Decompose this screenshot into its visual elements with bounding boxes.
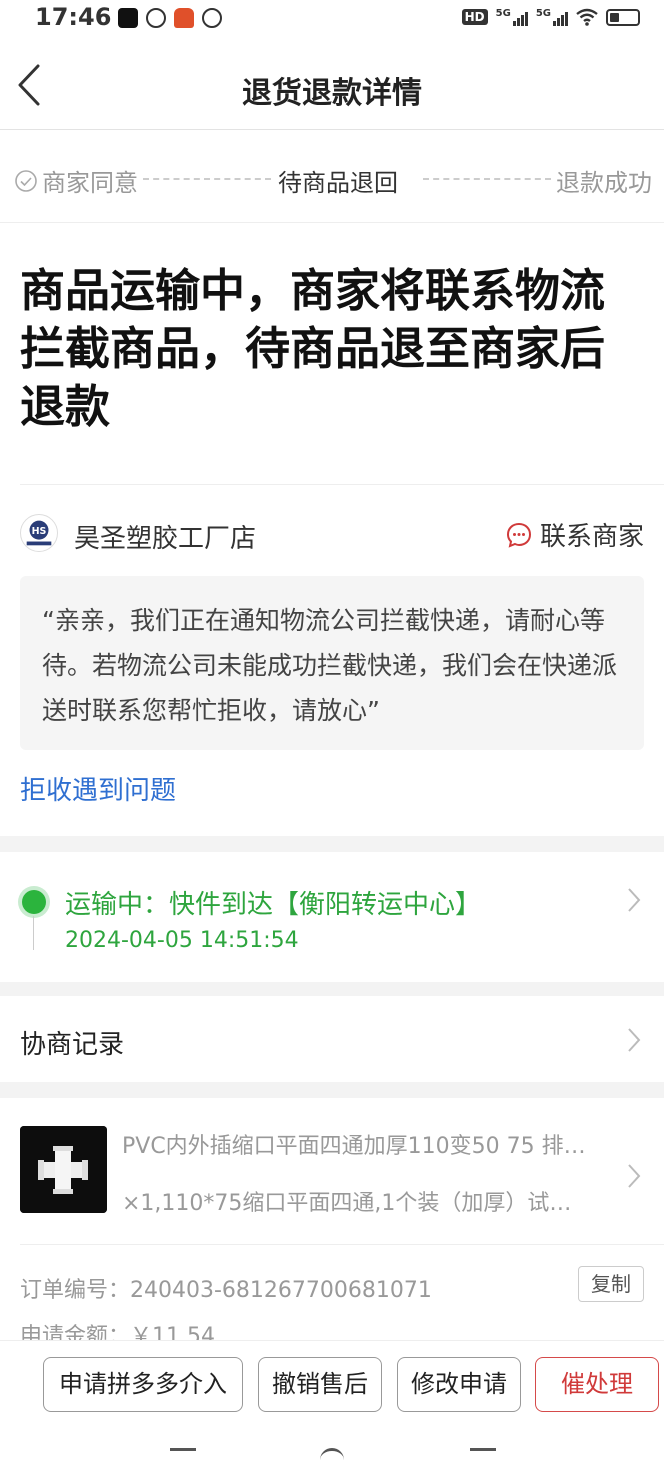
divider (20, 1244, 664, 1245)
logistics-time: 2024-04-05 14:51:54 (65, 928, 299, 953)
merchant-row: HS 昊圣塑胶工厂店 联系商家 (0, 510, 664, 558)
tiktok-icon (118, 8, 138, 28)
negotiation-record-row[interactable]: 协商记录 (0, 996, 664, 1082)
shop-logo: HS (20, 514, 58, 552)
platform-intervene-button[interactable]: 申请拼多多介入 (43, 1357, 243, 1412)
chevron-right-icon (628, 1164, 641, 1188)
merchant-message: “亲亲，我们正在通知物流公司拦截快递，请耐心等待。若物流公司未能成功拦截快递，我… (20, 576, 644, 750)
logistics-status: 运输中：快件到达【衡阳转运中心】 (65, 890, 482, 920)
wifi-icon (576, 8, 598, 26)
home-icon[interactable] (320, 1448, 344, 1460)
page-title: 退货退款详情 (242, 76, 422, 111)
section-gap (0, 982, 664, 996)
step-refund-success: 退款成功 (556, 169, 652, 197)
order-number-label: 订单编号： (20, 1278, 131, 1303)
bottom-action-bar: 申请拼多多介入 撤销售后 修改申请 催处理 (0, 1340, 664, 1430)
battery-icon (606, 8, 640, 26)
status-indicators: HD 5G 5G (461, 8, 640, 26)
contact-merchant-button[interactable]: 联系商家 (506, 516, 644, 553)
sync-icon (202, 8, 222, 28)
modify-request-button[interactable]: 修改申请 (397, 1357, 521, 1412)
status-bar: 17:46 HD 5G 5G (0, 0, 664, 40)
product-title: PVC内外插缩口平面四通加厚110变50 75 排… (122, 1134, 586, 1159)
shopping-app-icon (174, 8, 194, 28)
order-number-line: 订单编号：240403-681267700681071 (20, 1272, 432, 1304)
amount-line: 申请金额：￥11.54 (20, 1318, 215, 1342)
status-app-icons (118, 8, 222, 28)
hd-badge: HD (461, 9, 488, 25)
logistics-row[interactable]: 运输中：快件到达【衡阳转运中心】 2024-04-05 14:51:54 (0, 852, 664, 982)
step-connector (423, 178, 551, 180)
status-headline: 商品运输中，商家将联系物流拦截商品，待商品退至商家后退款 (20, 264, 606, 433)
section-gap (0, 1082, 664, 1098)
negotiation-record-label: 协商记录 (20, 1030, 125, 1060)
network-type-label: 5G (495, 8, 511, 19)
chevron-right-icon (628, 1028, 641, 1052)
nav-bar: 退货退款详情 (0, 40, 664, 130)
step-merchant-agreed: 商家同意 (14, 163, 138, 198)
menu-icon[interactable] (170, 1448, 196, 1460)
logistics-status-dot (22, 890, 46, 914)
section-gap (0, 836, 664, 852)
order-number: 240403-681267700681071 (130, 1278, 432, 1303)
status-time: 17:46 (35, 3, 112, 31)
system-nav-bar (0, 1430, 664, 1460)
product-image (20, 1126, 107, 1213)
step-label: 商家同意 (42, 169, 138, 197)
signal-icon: 5G (496, 8, 528, 26)
wechat-icon (146, 8, 166, 28)
step-connector (143, 178, 271, 180)
copy-button[interactable]: 复制 (578, 1266, 644, 1302)
svg-text:HS: HS (32, 526, 47, 537)
order-info: 订单编号：240403-681267700681071 复制 申请金额：￥11.… (0, 1262, 664, 1342)
urge-button[interactable]: 催处理 (535, 1357, 659, 1412)
timeline-line (33, 916, 34, 950)
signal-icon-2: 5G (536, 8, 568, 26)
chevron-right-icon (628, 888, 641, 912)
back-icon[interactable] (470, 1448, 496, 1460)
refund-progress: 商家同意 待商品退回 退款成功 (0, 131, 664, 223)
cancel-aftersale-button[interactable]: 撤销售后 (258, 1357, 382, 1412)
chat-icon (506, 522, 531, 548)
shop-name[interactable]: 昊圣塑胶工厂店 (74, 518, 256, 555)
check-circle-icon (15, 169, 37, 192)
divider (20, 484, 664, 485)
step-awaiting-return: 待商品退回 (278, 169, 398, 197)
product-row[interactable]: PVC内外插缩口平面四通加厚110变50 75 排… ×1,110*75缩口平面… (0, 1098, 664, 1238)
contact-merchant-label: 联系商家 (539, 522, 644, 552)
reject-problem-link[interactable]: 拒收遇到问题 (20, 770, 176, 807)
product-spec: ×1,110*75缩口平面四通,1个装（加厚）试… (122, 1191, 572, 1216)
network-type-label-2: 5G (535, 8, 551, 19)
